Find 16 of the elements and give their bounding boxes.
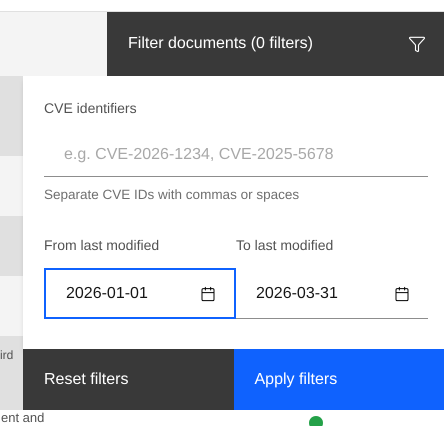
- field-label: To last modified: [236, 236, 334, 256]
- field-label: CVE identifiers: [44, 99, 138, 118]
- date-field[interactable]: 2026-03-31: [236, 268, 428, 320]
- date-value: 2026-03-31: [256, 284, 338, 304]
- reset-button[interactable]: Reset filters: [23, 349, 234, 410]
- filter-header[interactable]: Filter documents (0 filters): [107, 12, 444, 76]
- field-label: From last modified: [44, 236, 160, 256]
- date-value: 2026-01-01: [66, 284, 148, 304]
- row-text: ird: [0, 348, 14, 362]
- calendar-icon[interactable]: [394, 286, 410, 302]
- calendar-icon[interactable]: [200, 286, 216, 302]
- row-text: ent and: [1, 410, 44, 425]
- filter-icon: [408, 35, 426, 53]
- apply-button[interactable]: Apply filters: [234, 349, 444, 410]
- date-field[interactable]: 2026-01-01: [44, 268, 236, 320]
- helper-text: Separate CVE IDs with commas or spaces: [44, 186, 300, 204]
